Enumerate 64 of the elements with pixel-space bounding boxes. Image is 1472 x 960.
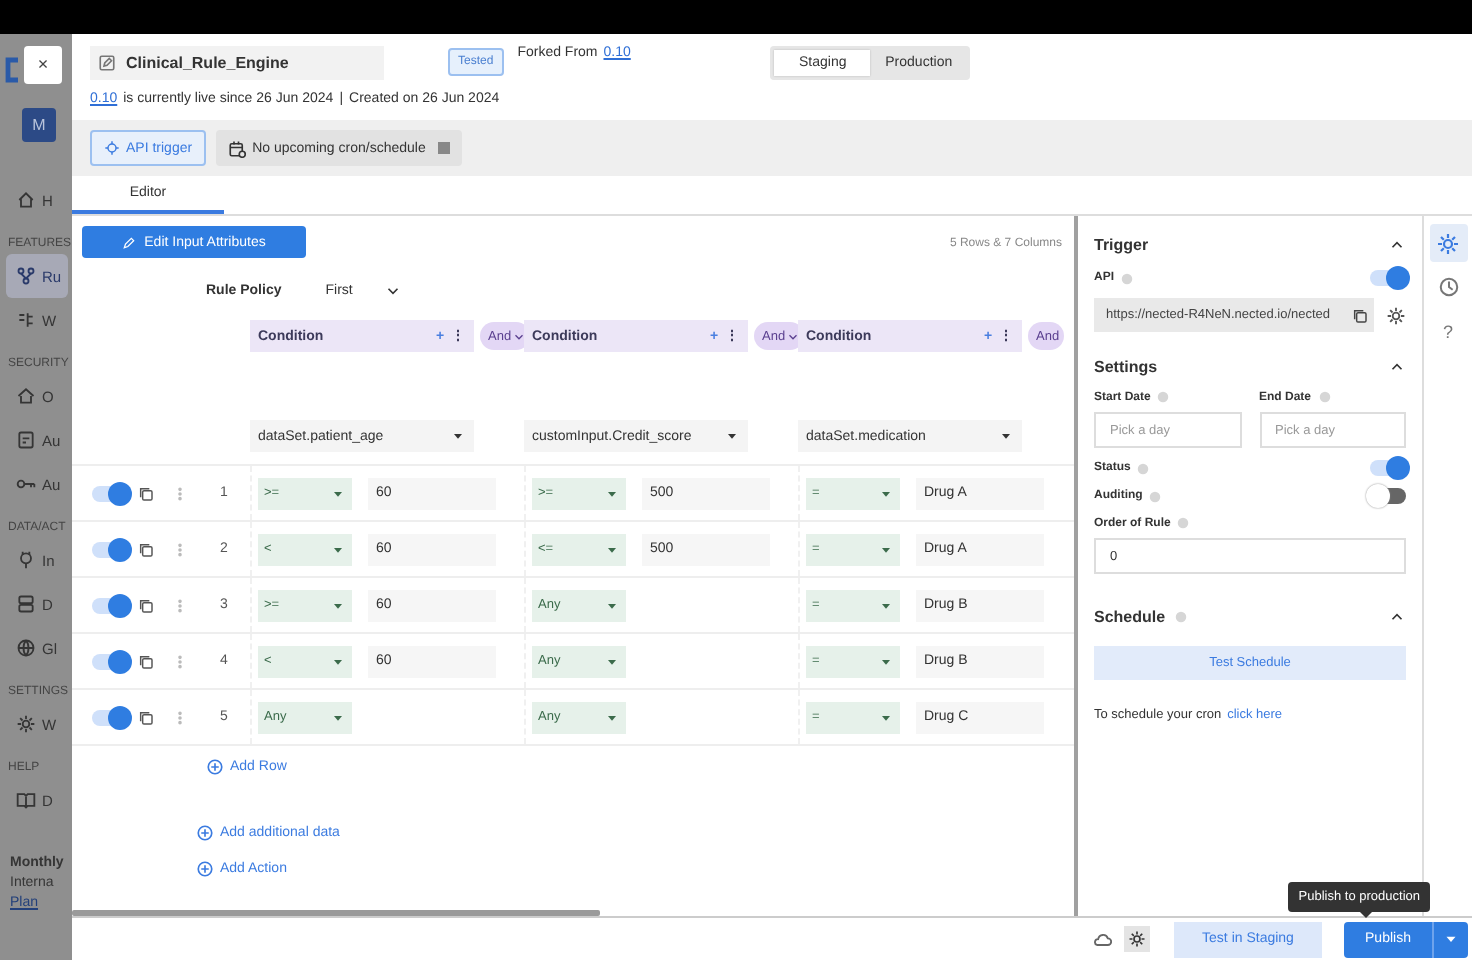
settings-icon (1128, 930, 1146, 948)
home-icon (16, 190, 36, 210)
org-icon (16, 386, 36, 406)
cloud-icon (1092, 929, 1112, 949)
plus-icon (206, 758, 224, 776)
square-icon (437, 142, 450, 154)
plus-icon (196, 860, 214, 878)
scrollbar[interactable] (72, 910, 600, 916)
info-icon (1173, 609, 1188, 623)
settings-icon (1386, 305, 1406, 325)
info-icon (1156, 390, 1171, 404)
close-button[interactable]: × (24, 45, 62, 83)
avatar[interactable]: M (22, 108, 56, 142)
settings-button[interactable] (1429, 224, 1467, 262)
copy-icon (138, 709, 154, 725)
drag-handle-icon (172, 541, 188, 557)
section-header[interactable]: Settings (1094, 352, 1406, 380)
clock-icon (1437, 276, 1459, 298)
info-icon (1120, 271, 1135, 285)
gear-icon (16, 714, 36, 734)
drag-handle-icon (172, 485, 188, 501)
drag-handle-icon (172, 709, 188, 725)
caret-icon (998, 428, 1014, 444)
help-button[interactable]: ? (1429, 312, 1467, 350)
caret-icon (511, 329, 526, 343)
doc-icon (16, 430, 36, 450)
copy-icon (138, 653, 154, 669)
book-icon (16, 790, 36, 810)
caret-icon (450, 428, 466, 444)
db-icon (16, 594, 36, 614)
copy-icon (138, 541, 154, 557)
settings-button[interactable] (1124, 926, 1150, 952)
auditing-toggle[interactable] (1370, 488, 1406, 504)
copy-icon (1352, 307, 1368, 323)
plug-icon (16, 550, 36, 570)
drag-handle-icon (172, 653, 188, 669)
api-toggle[interactable] (1370, 270, 1406, 286)
nodes-icon (16, 266, 36, 286)
caret-icon (724, 428, 740, 444)
row-toggle[interactable] (92, 541, 128, 557)
info-icon (1317, 390, 1332, 404)
rule-name-field[interactable]: Clinical_Rule_Engine (90, 46, 384, 80)
drag-handle-icon (172, 597, 188, 613)
calendar-icon (228, 139, 247, 157)
caret-icon (785, 329, 800, 343)
settings-icon (1436, 231, 1460, 255)
copy-icon (138, 597, 154, 613)
row-toggle[interactable] (92, 485, 128, 501)
copy-icon (138, 485, 154, 501)
logo-icon (4, 56, 20, 84)
pencil-icon (122, 235, 137, 249)
row-toggle[interactable] (92, 653, 128, 669)
row-toggle[interactable] (92, 597, 128, 613)
status-toggle[interactable] (1370, 460, 1406, 476)
crosshair-icon (104, 140, 120, 156)
plus-icon (196, 824, 214, 842)
globe-icon (16, 638, 36, 658)
flow-icon (16, 310, 36, 330)
key-icon (16, 474, 36, 494)
section-header[interactable]: Schedule (1094, 602, 1406, 630)
row-toggle[interactable] (92, 709, 128, 725)
section-header[interactable]: Trigger (1094, 230, 1406, 258)
edit-icon (98, 54, 116, 72)
publish-menu-button[interactable] (1432, 921, 1468, 957)
